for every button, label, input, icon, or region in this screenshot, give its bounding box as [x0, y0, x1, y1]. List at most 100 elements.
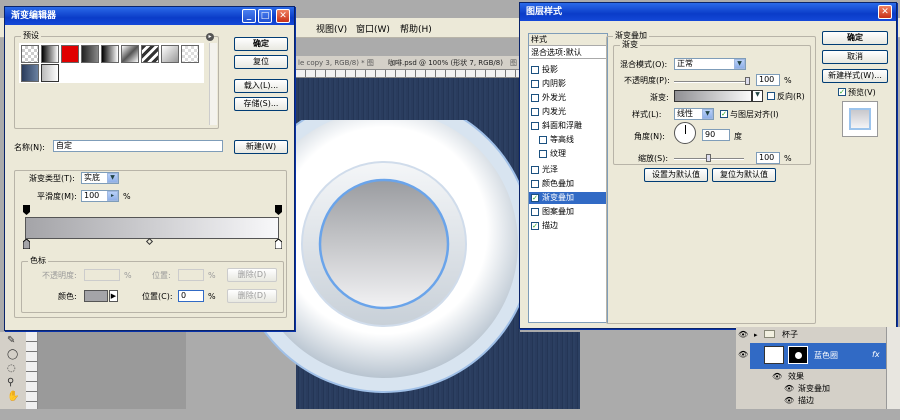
reset-button[interactable]: 复位 [234, 55, 288, 69]
close-icon[interactable]: ✕ [878, 5, 892, 19]
inner-glow-checkbox[interactable] [531, 108, 539, 116]
preset-custom[interactable] [41, 64, 59, 82]
style-stroke[interactable]: ✓ 描边 [531, 220, 593, 232]
bevel-emboss-checkbox[interactable] [531, 122, 539, 130]
style-select[interactable]: 线性 ▼ [674, 108, 714, 120]
gradient-bar[interactable] [25, 217, 279, 239]
reverse-checkbox[interactable] [767, 92, 775, 100]
preset-black-white[interactable] [41, 45, 59, 63]
preview-checkbox[interactable]: ✓ [838, 88, 846, 96]
style-bevel-emboss[interactable]: 斜面和浮雕 [531, 120, 593, 132]
opacity-input[interactable]: 100 [756, 74, 780, 86]
color-menu-arrow-icon[interactable]: ▶ [109, 290, 118, 302]
ok-button[interactable]: 确定 [822, 31, 888, 45]
style-drop-shadow[interactable]: 投影 [531, 64, 593, 76]
style-pattern-overlay[interactable]: 图案叠加 [531, 206, 593, 218]
expand-arrow-icon[interactable]: ▸ [754, 329, 758, 341]
pattern-overlay-checkbox[interactable] [531, 208, 539, 216]
layers-scrollbar[interactable] [886, 327, 900, 409]
style-texture[interactable]: 纹理 [539, 148, 601, 160]
gradient-dropdown-icon[interactable]: ▼ [752, 90, 763, 102]
gradient-overlay-checkbox[interactable]: ✓ [531, 194, 539, 202]
color-location-input[interactable]: 0 [178, 290, 204, 302]
color-overlay-checkbox[interactable] [531, 180, 539, 188]
new-style-button[interactable]: 新建样式(W)... [822, 69, 888, 83]
style-inner-glow[interactable]: 内发光 [531, 106, 593, 118]
color-stop-left[interactable] [22, 238, 31, 250]
layer-group-row[interactable]: 👁 ▸ 杯子 [736, 329, 886, 341]
angle-dial[interactable] [674, 122, 696, 144]
stop-color-swatch[interactable] [84, 290, 108, 302]
new-button[interactable]: 新建(W) [234, 140, 288, 154]
texture-checkbox[interactable] [539, 150, 547, 158]
opacity-stop-left[interactable] [23, 205, 30, 215]
maximize-icon[interactable]: □ [258, 9, 272, 23]
opacity-stop-right[interactable] [275, 205, 282, 215]
load-button[interactable]: 载入(L)... [234, 79, 288, 93]
satin-checkbox[interactable] [531, 166, 539, 174]
style-color-overlay[interactable]: 颜色叠加 [531, 178, 593, 190]
drop-shadow-checkbox[interactable] [531, 66, 539, 74]
eye-icon[interactable]: 👁 [784, 395, 794, 407]
color-stop-right[interactable] [274, 238, 283, 250]
stamp-tool-icon[interactable]: ⚲ [7, 378, 19, 388]
style-inner-shadow[interactable]: 内阴影 [531, 78, 593, 90]
align-checkbox[interactable]: ✓ [720, 110, 728, 118]
doc-tab-1[interactable]: le copy 3, RGB/8) * 图 [298, 58, 374, 68]
eye-icon[interactable]: 👁 [738, 349, 748, 361]
preset-transparent[interactable] [21, 45, 39, 63]
opacity-slider-track[interactable] [674, 81, 750, 83]
lasso-tool-icon[interactable]: ◌ [7, 364, 19, 374]
layer-style-titlebar[interactable]: 图层样式 ✕ [520, 3, 896, 21]
menu-help[interactable]: 帮助(H) [400, 22, 432, 35]
contour-checkbox[interactable] [539, 136, 547, 144]
effects-row[interactable]: 👁 效果 [736, 371, 886, 383]
menu-window[interactable]: 窗口(W) [356, 22, 390, 35]
preset-bw-2[interactable] [101, 45, 119, 63]
gradient-preview[interactable] [674, 90, 752, 102]
effect-stroke-row[interactable]: 👁 描边 [736, 395, 886, 407]
set-default-button[interactable]: 设置为默认值 [644, 168, 708, 182]
style-blending-options[interactable]: 混合选项:默认 [529, 47, 607, 59]
preset-blue[interactable] [21, 64, 39, 82]
chevron-down-icon[interactable]: ▼ [734, 59, 745, 69]
opacity-slider-thumb[interactable] [745, 77, 750, 85]
style-contour[interactable]: 等高线 [539, 134, 601, 146]
preset-red[interactable] [61, 45, 79, 63]
layer-row-selected[interactable]: 👁 蓝色圈 fx [738, 343, 886, 369]
minimize-icon[interactable]: _ [242, 9, 256, 23]
pen-tool-icon[interactable]: ✎ [7, 336, 19, 346]
fx-icon[interactable]: fx [872, 349, 880, 361]
presets-scrollbar[interactable] [209, 43, 217, 125]
ok-button[interactable]: 确定 [234, 37, 288, 51]
save-button[interactable]: 存储(S)... [234, 97, 288, 111]
outer-glow-checkbox[interactable] [531, 94, 539, 102]
reset-default-button[interactable]: 复位为默认值 [712, 168, 776, 182]
style-satin[interactable]: 光泽 [531, 164, 593, 176]
chevron-down-icon[interactable]: ▼ [107, 173, 118, 183]
type-select[interactable]: 实底 ▼ [81, 172, 119, 184]
preset-stripes[interactable] [141, 45, 159, 63]
styles-header[interactable]: 样式 [529, 34, 607, 46]
eye-icon[interactable]: 👁 [784, 383, 794, 395]
midpoint-diamond-icon[interactable] [145, 237, 154, 246]
style-outer-glow[interactable]: 外发光 [531, 92, 593, 104]
preset-dark[interactable] [81, 45, 99, 63]
menu-view[interactable]: 视图(V) [316, 22, 347, 35]
name-input[interactable]: 自定 [53, 140, 223, 152]
stroke-checkbox[interactable]: ✓ [531, 222, 539, 230]
effect-gradient-overlay-row[interactable]: 👁 渐变叠加 [736, 383, 886, 395]
doc-tab-2[interactable]: 咖啡.psd @ 100% (形状 7, RGB/8) [388, 58, 503, 68]
preset-transparent-2[interactable] [181, 45, 199, 63]
smoothness-input[interactable]: 100 ▸ [81, 190, 119, 202]
inner-shadow-checkbox[interactable] [531, 80, 539, 88]
chevron-down-icon[interactable]: ▼ [702, 109, 713, 119]
preset-chrome[interactable] [121, 45, 139, 63]
presets-menu-icon[interactable]: ▸ [206, 33, 214, 41]
style-gradient-overlay[interactable]: ✓ 渐变叠加 [529, 192, 607, 204]
cancel-button[interactable]: 取消 [822, 50, 888, 64]
ellipse-tool-icon[interactable]: ◯ [7, 350, 19, 360]
doc-tab-3[interactable]: 图 [510, 58, 517, 68]
scale-input[interactable]: 100 [756, 152, 780, 164]
scale-slider-thumb[interactable] [706, 154, 711, 162]
